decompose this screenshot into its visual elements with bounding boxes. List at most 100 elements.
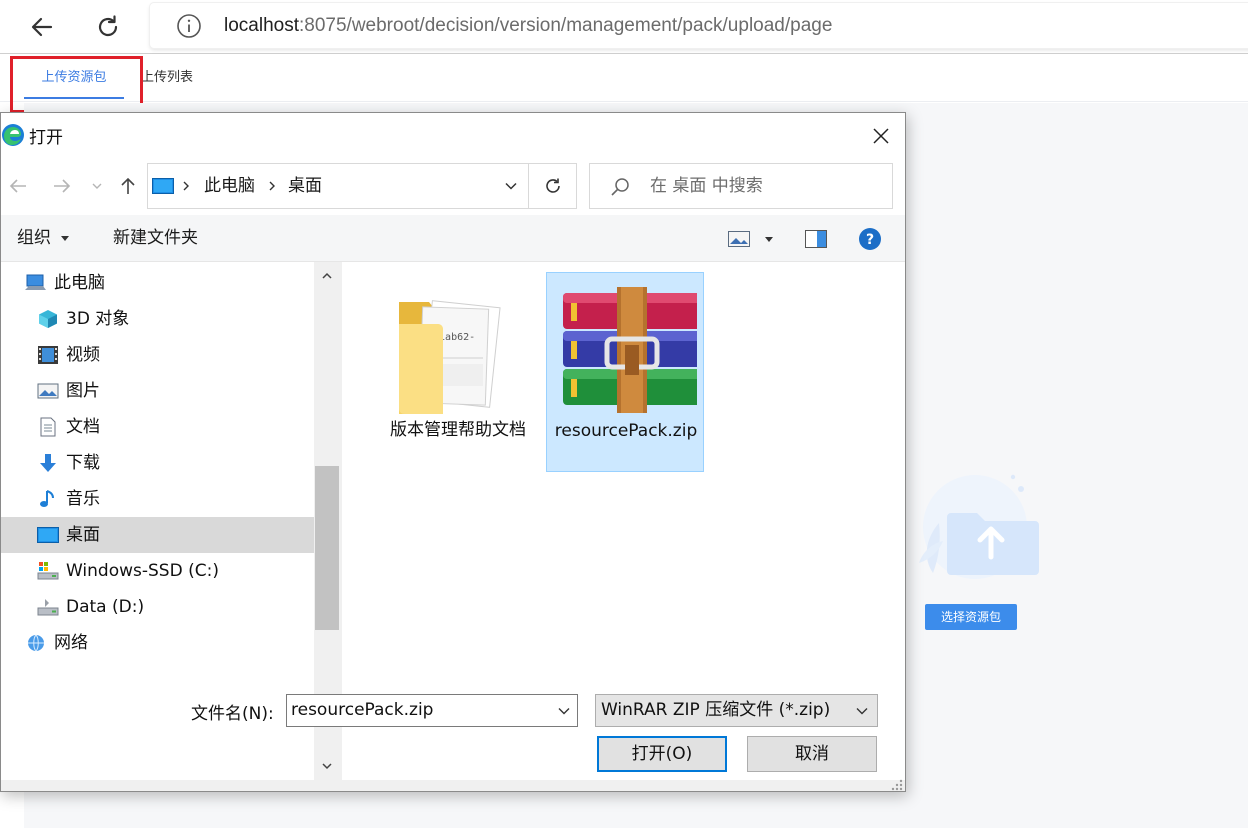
tree-item[interactable]: 下载 xyxy=(1,445,314,481)
chevron-down-icon xyxy=(92,183,102,189)
breadcrumb-desktop[interactable]: 桌面 xyxy=(288,164,322,208)
filetype-value: WinRAR ZIP 压缩文件 (*.zip) xyxy=(601,700,831,720)
arrow-left-icon xyxy=(9,179,26,193)
svg-text:?: ? xyxy=(866,232,874,248)
arrow-left-icon xyxy=(31,17,53,37)
dialog-close-button[interactable] xyxy=(859,118,903,154)
chevron-down-icon xyxy=(856,708,868,715)
file-name-zip: resourcePack.zip xyxy=(554,421,698,441)
cube-icon xyxy=(37,309,59,329)
filename-input[interactable]: resourcePack.zip xyxy=(286,694,578,727)
computer-icon xyxy=(25,273,47,293)
page-tab-bar: 上传资源包 上传列表 xyxy=(0,55,1248,102)
tree-item[interactable]: 3D 对象 xyxy=(1,301,314,337)
tree-item-label: 文档 xyxy=(66,417,100,437)
dialog-navigation-row: 此电脑 桌面 在 桌面 中搜索 xyxy=(1,157,905,215)
scrollbar-thumb[interactable] xyxy=(315,466,339,630)
tab-upload-list[interactable]: 上传列表 xyxy=(141,55,193,101)
file-open-dialog: 打开 此电脑 桌面 在 桌面 中搜索 组织 新建文件夹 ? 此电脑 3D 对象 … xyxy=(0,112,906,792)
choose-pack-button[interactable]: 选择资源包 xyxy=(925,604,1017,630)
scroll-up-button[interactable] xyxy=(314,262,340,290)
view-thumbnails-icon xyxy=(728,231,750,247)
search-placeholder: 在 桌面 中搜索 xyxy=(650,176,763,196)
info-icon[interactable] xyxy=(176,13,202,39)
view-options-button[interactable] xyxy=(727,225,751,253)
open-button[interactable]: 打开(O) xyxy=(597,736,727,772)
close-icon xyxy=(873,128,889,144)
dialog-title-bar: 打开 xyxy=(1,113,905,157)
music-icon xyxy=(37,489,59,509)
resize-grip-icon[interactable] xyxy=(889,777,903,791)
url-host: localhost xyxy=(224,14,299,36)
tree-item[interactable]: 图片 xyxy=(1,373,314,409)
dialog-forward-button[interactable] xyxy=(49,173,75,199)
picture-icon xyxy=(37,381,59,401)
file-item-zip[interactable]: resourcePack.zip xyxy=(546,272,704,472)
film-icon xyxy=(37,345,59,365)
drive-icon xyxy=(37,597,59,617)
filename-label: 文件名(N): xyxy=(191,704,274,724)
network-icon xyxy=(25,633,47,653)
dialog-title: 打开 xyxy=(29,128,63,148)
preview-pane-icon xyxy=(805,230,827,248)
caret-down-icon xyxy=(61,236,70,241)
browser-toolbar: localhost:8075/webroot/decision/version/… xyxy=(0,0,1248,54)
dialog-refresh-button[interactable] xyxy=(529,164,577,208)
recent-locations-button[interactable] xyxy=(89,173,105,199)
address-history-dropdown[interactable] xyxy=(494,164,528,208)
caret-down-icon xyxy=(765,237,773,242)
chevron-down-icon xyxy=(505,182,517,190)
desktop-icon xyxy=(152,178,174,194)
cancel-button[interactable]: 取消 xyxy=(747,736,877,772)
tree-item-label: Windows-SSD (C:) xyxy=(66,561,219,581)
view-dropdown-button[interactable] xyxy=(761,225,777,253)
preview-pane-button[interactable] xyxy=(803,225,829,253)
help-icon: ? xyxy=(859,228,881,250)
upload-folder-illustration-icon xyxy=(919,474,1039,579)
tree-item-label: 网络 xyxy=(54,633,88,653)
breadcrumb[interactable]: 此电脑 桌面 xyxy=(147,163,577,209)
filetype-select[interactable]: WinRAR ZIP 压缩文件 (*.zip) xyxy=(595,694,878,727)
file-item-folder[interactable]: 081ab62- 版本管理帮助文档 xyxy=(379,272,537,472)
url-text: localhost:8075/webroot/decision/version/… xyxy=(224,15,832,37)
refresh-icon xyxy=(546,178,560,193)
tree-item-label: 3D 对象 xyxy=(66,309,130,329)
organize-label: 组织 xyxy=(17,228,51,248)
tree-item[interactable]: 视频 xyxy=(1,337,314,373)
tab-upload-pack[interactable]: 上传资源包 xyxy=(24,55,124,101)
dialog-search-input[interactable]: 在 桌面 中搜索 xyxy=(589,163,893,209)
breadcrumb-this-pc[interactable]: 此电脑 xyxy=(204,164,255,208)
arrow-right-icon xyxy=(54,179,71,193)
file-name-folder: 版本管理帮助文档 xyxy=(390,420,526,440)
tree-item-label: Data (D:) xyxy=(66,597,145,617)
url-path: :8075/webroot/decision/version/managemen… xyxy=(299,14,833,36)
tree-item[interactable]: 此电脑 xyxy=(1,265,314,301)
address-bar[interactable]: localhost:8075/webroot/decision/version/… xyxy=(150,3,1248,48)
tree-item-label: 视频 xyxy=(66,345,100,365)
organize-button[interactable]: 组织 xyxy=(17,215,70,262)
new-folder-button[interactable]: 新建文件夹 xyxy=(113,215,198,262)
up-folder-button[interactable] xyxy=(115,173,141,199)
refresh-icon xyxy=(98,15,118,37)
tree-item[interactable]: 桌面 xyxy=(1,517,314,553)
back-button[interactable] xyxy=(20,5,64,49)
scroll-down-button[interactable] xyxy=(314,752,340,780)
tree-item[interactable]: Data (D:) xyxy=(1,589,314,625)
search-icon xyxy=(611,178,629,196)
reload-button[interactable] xyxy=(86,5,130,49)
download-icon xyxy=(37,453,59,473)
chevron-down-icon xyxy=(322,763,332,770)
tree-item-label: 桌面 xyxy=(66,525,100,545)
tree-item-label: 图片 xyxy=(66,381,100,401)
tree-item[interactable]: 网络 xyxy=(1,625,314,661)
document-icon xyxy=(37,417,59,437)
filename-value: resourcePack.zip xyxy=(291,700,434,720)
dialog-back-button[interactable] xyxy=(5,173,31,199)
winrar-archive-icon xyxy=(563,287,697,413)
tree-item[interactable]: Windows-SSD (C:) xyxy=(1,553,314,589)
help-button[interactable]: ? xyxy=(857,225,883,253)
chevron-down-icon[interactable] xyxy=(557,704,571,718)
tree-item[interactable]: 音乐 xyxy=(1,481,314,517)
tree-item-label: 音乐 xyxy=(66,489,100,509)
tree-item[interactable]: 文档 xyxy=(1,409,314,445)
